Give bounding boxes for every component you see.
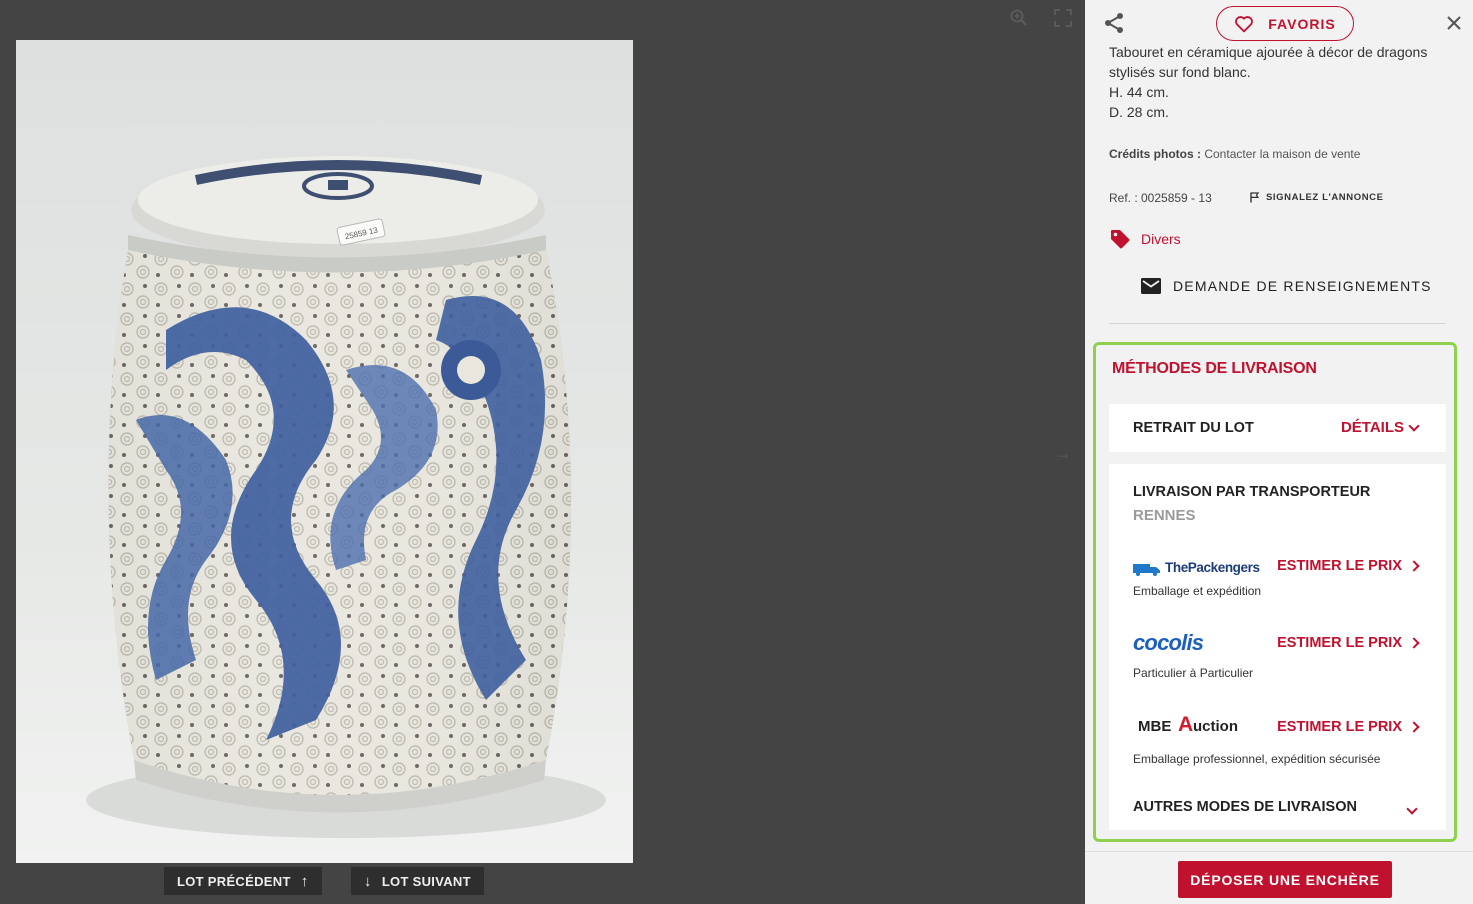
- mbe-logo-a: A: [1178, 713, 1194, 736]
- next-lot-button[interactable]: ↓ LOT SUIVANT: [351, 867, 484, 895]
- mail-icon: [1141, 278, 1161, 294]
- carrier-city: RENNES: [1133, 507, 1196, 524]
- estimate-price-button-thepackengers[interactable]: ESTIMER LE PRIX: [1277, 558, 1420, 574]
- close-icon[interactable]: [1446, 15, 1462, 31]
- description-line: H. 44 cm.: [1109, 84, 1169, 100]
- previous-lot-label: LOT PRÉCÉDENT: [177, 873, 291, 889]
- pickup-label: RETRAIT DU LOT: [1133, 420, 1254, 436]
- pickup-details-toggle[interactable]: DÉTAILS: [1340, 419, 1420, 436]
- chevron-right-icon: [1408, 637, 1420, 649]
- fullscreen-icon[interactable]: [1053, 8, 1073, 28]
- previous-lot-button[interactable]: LOT PRÉCÉDENT ↑: [164, 867, 322, 895]
- place-bid-button[interactable]: DÉPOSER UNE ENCHÈRE: [1178, 861, 1392, 898]
- chevron-down-icon: [1408, 419, 1420, 432]
- bid-bar: DÉPOSER UNE ENCHÈRE: [1085, 851, 1473, 904]
- zoom-in-icon[interactable]: [1009, 8, 1029, 28]
- other-shipping-toggle[interactable]: [1406, 800, 1418, 818]
- credits-label: Crédits photos :: [1109, 147, 1201, 161]
- lot-description: Tabouret en céramique ajourée à décor de…: [1109, 42, 1427, 122]
- favorites-button[interactable]: FAVORIS: [1216, 6, 1354, 41]
- provider-subtitle: Emballage professionnel, expédition sécu…: [1133, 752, 1381, 766]
- other-shipping-label: AUTRES MODES DE LIVRAISON: [1133, 799, 1357, 815]
- arrow-down-icon: ↓: [364, 872, 372, 890]
- heart-icon: [1235, 15, 1254, 32]
- shipping-title: MÉTHODES DE LIVRAISON: [1112, 360, 1317, 377]
- thepackengers-logo-text: ThePackengers: [1165, 560, 1260, 575]
- image-viewer: 25859 13 → LOT PRÉCÉDENT ↑ ↓ LOT SUIVANT: [0, 0, 1085, 904]
- request-info-label: DEMANDE DE RENSEIGNEMENTS: [1173, 278, 1432, 294]
- pickup-card: RETRAIT DU LOT DÉTAILS: [1109, 404, 1446, 452]
- share-icon[interactable]: [1103, 12, 1125, 34]
- truck-icon: [1133, 564, 1160, 576]
- estimate-price-button-mbe[interactable]: ESTIMER LE PRIX: [1277, 719, 1420, 735]
- report-label: SIGNALEZ L'ANNONCE: [1266, 192, 1384, 203]
- divider: [1109, 323, 1446, 324]
- panel-header: FAVORIS: [1085, 0, 1473, 46]
- credits-value: Contacter la maison de vente: [1204, 147, 1361, 161]
- estimate-price-button-cocolis[interactable]: ESTIMER LE PRIX: [1277, 635, 1420, 651]
- provider-subtitle: Emballage et expédition: [1133, 584, 1262, 598]
- description-line: D. 28 cm.: [1109, 104, 1169, 120]
- category-tag[interactable]: Divers: [1109, 228, 1181, 250]
- carrier-title: LIVRAISON PAR TRANSPORTEUR: [1133, 484, 1371, 500]
- shipping-methods-section: MÉTHODES DE LIVRAISON RETRAIT DU LOT DÉT…: [1093, 342, 1457, 842]
- category-label: Divers: [1141, 231, 1181, 247]
- carrier-card: LIVRAISON PAR TRANSPORTEUR RENNES ThePac…: [1109, 464, 1446, 830]
- favorites-label: FAVORIS: [1268, 15, 1336, 32]
- lot-photo: 25859 13: [16, 40, 633, 863]
- flag-icon: [1250, 192, 1260, 203]
- report-listing-link[interactable]: SIGNALEZ L'ANNONCE: [1250, 192, 1384, 203]
- photo-credits: Crédits photos : Contacter la maison de …: [1109, 147, 1360, 161]
- estimate-label: ESTIMER LE PRIX: [1277, 719, 1402, 735]
- estimate-label: ESTIMER LE PRIX: [1277, 635, 1402, 651]
- place-bid-label: DÉPOSER UNE ENCHÈRE: [1190, 871, 1380, 888]
- mbe-logo-uction: uction: [1193, 718, 1238, 735]
- lot-detail-panel: Tabouret en céramique ajourée à décor de…: [1085, 0, 1473, 904]
- lot-reference: Ref. : 0025859 - 13: [1109, 191, 1212, 205]
- request-info-button[interactable]: DEMANDE DE RENSEIGNEMENTS: [1141, 278, 1432, 294]
- cocolis-logo-text: cocolis: [1133, 630, 1204, 655]
- details-label: DÉTAILS: [1340, 419, 1404, 436]
- tag-icon: [1111, 230, 1130, 249]
- next-lot-label: LOT SUIVANT: [381, 873, 471, 889]
- arrow-up-icon: ↑: [300, 872, 309, 890]
- chevron-down-icon: [1406, 803, 1418, 815]
- mbe-logo-text: MBE: [1138, 718, 1172, 735]
- next-image-arrow-icon[interactable]: →: [1054, 443, 1072, 464]
- chevron-right-icon: [1408, 721, 1420, 733]
- provider-subtitle: Particulier à Particulier: [1133, 666, 1254, 680]
- description-line: stylisés sur fond blanc.: [1109, 64, 1251, 80]
- ceramic-stool-image: 25859 13: [16, 40, 633, 863]
- chevron-right-icon: [1408, 560, 1420, 572]
- estimate-label: ESTIMER LE PRIX: [1277, 558, 1402, 574]
